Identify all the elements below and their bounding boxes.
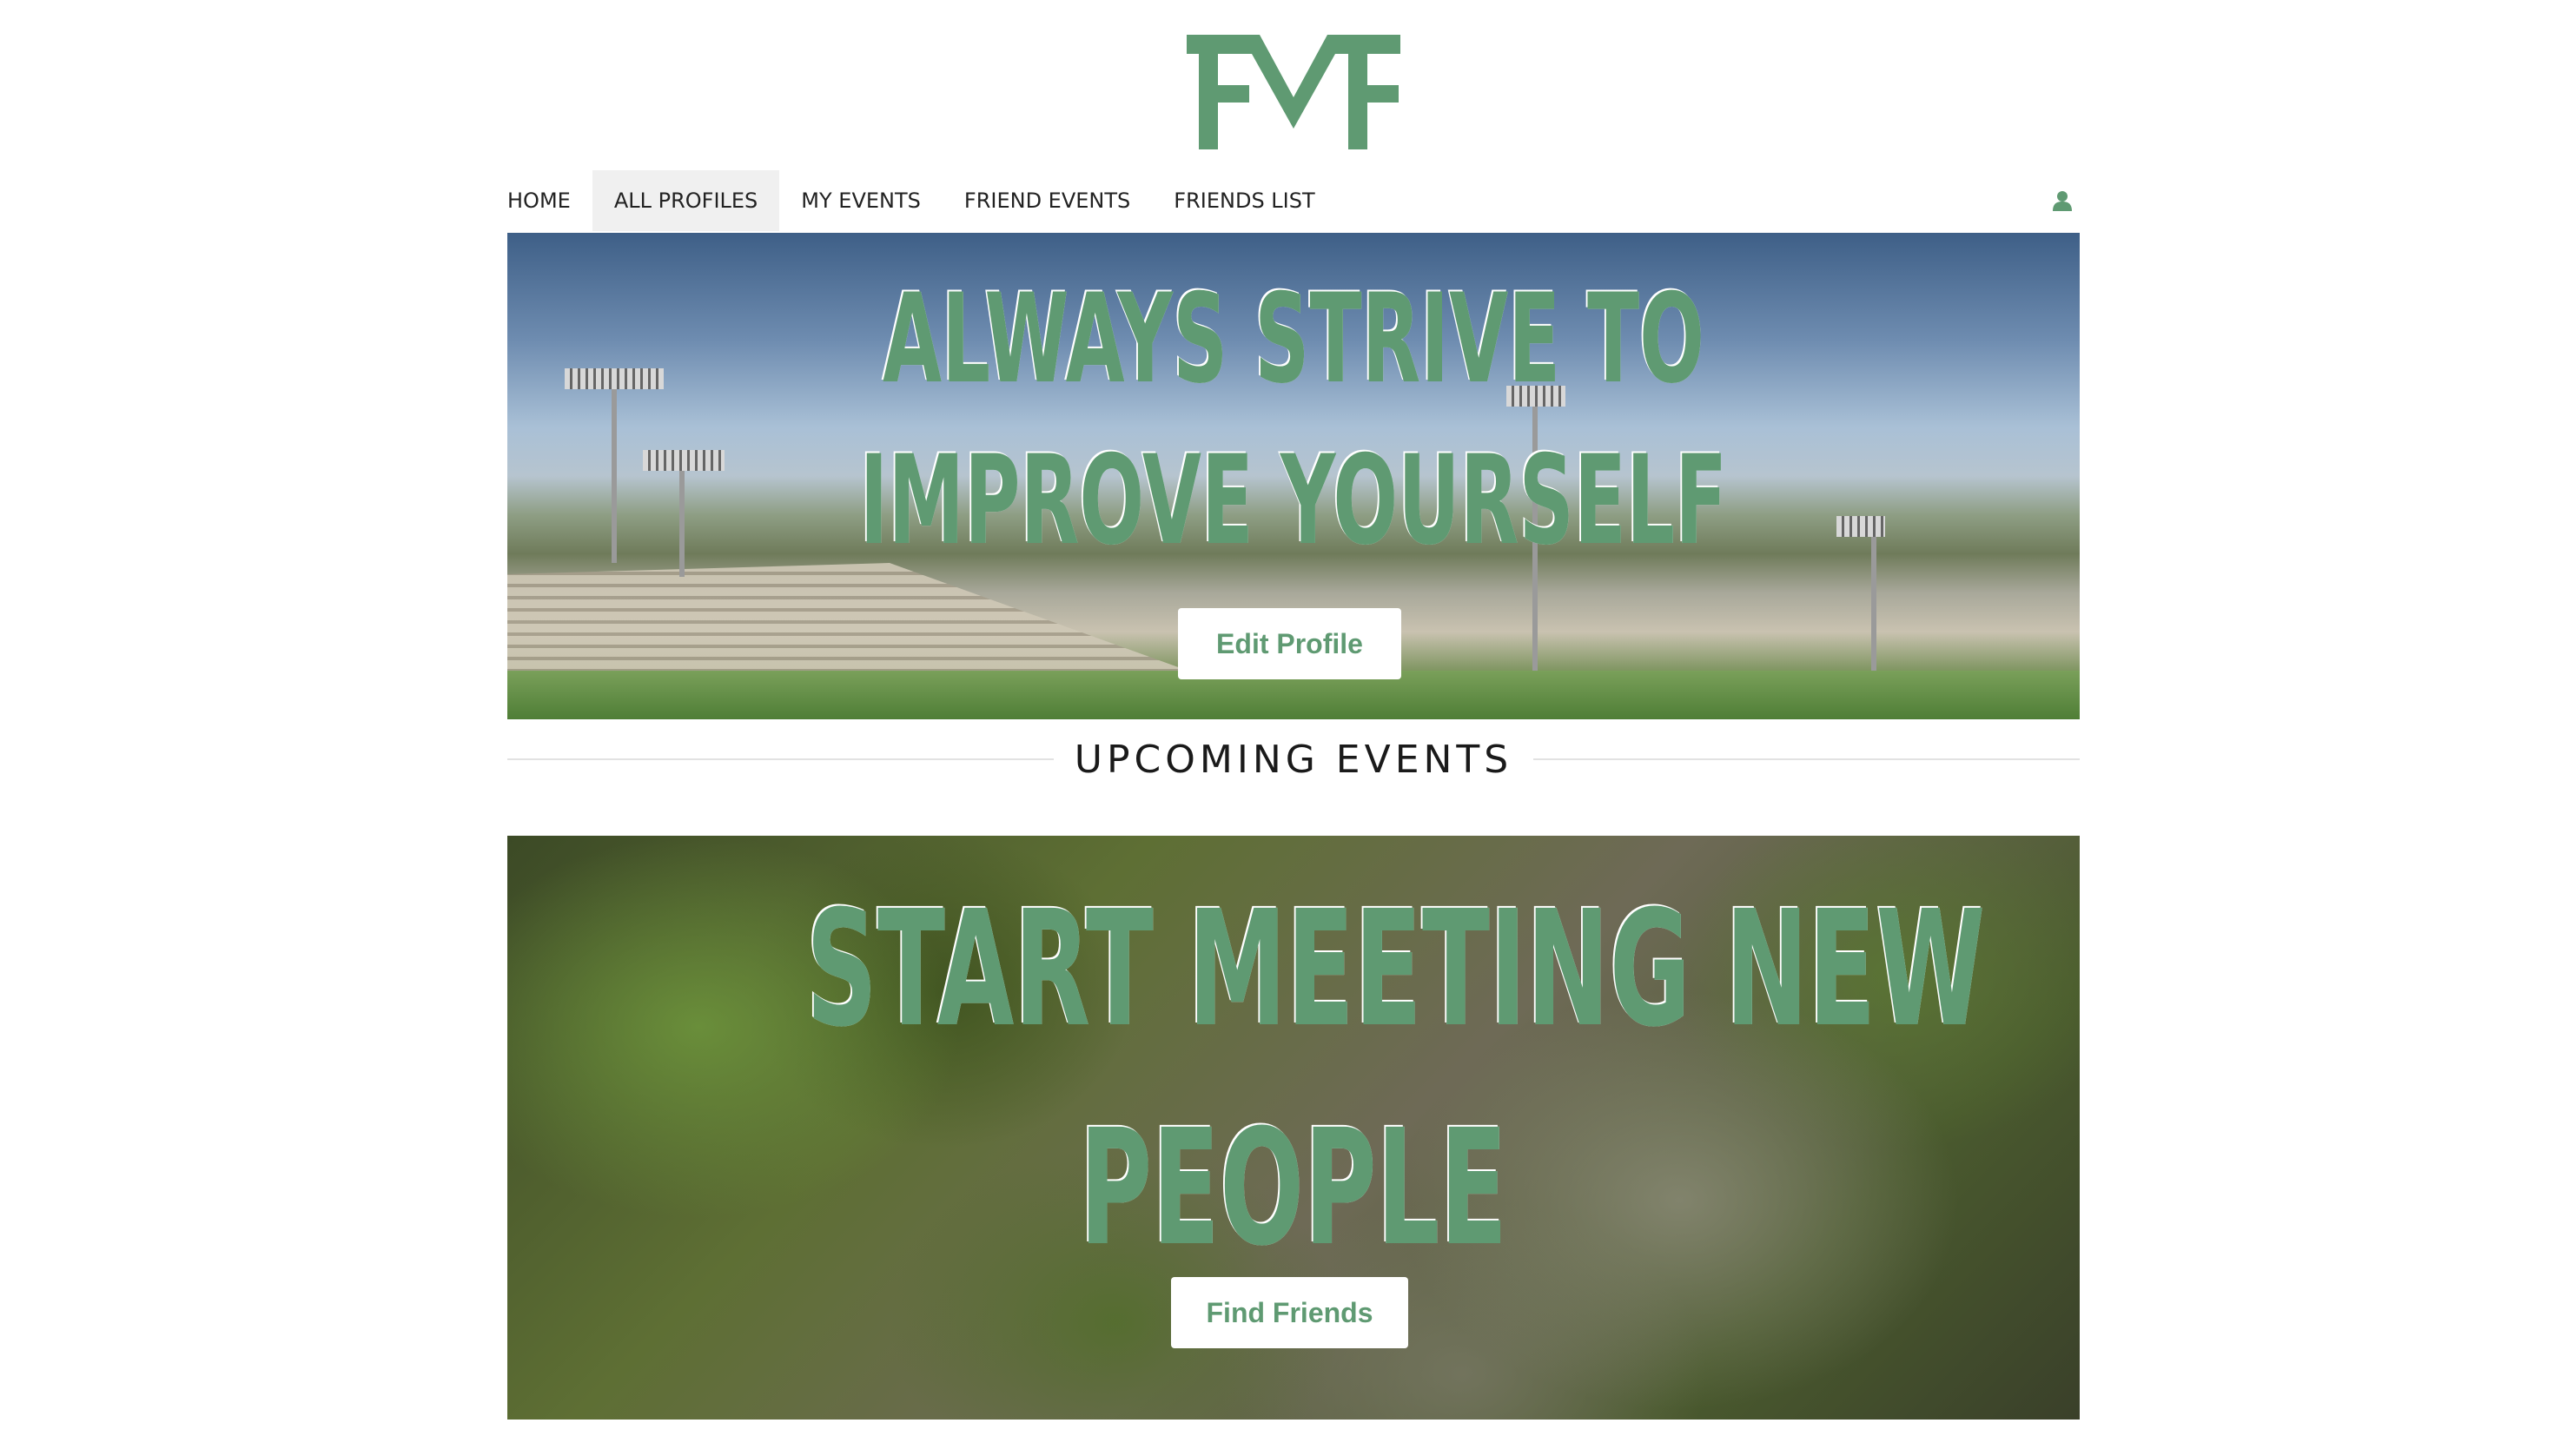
divider-line-right bbox=[1533, 758, 2081, 760]
stadium-stands-image bbox=[507, 563, 1202, 676]
stadium-light-pole bbox=[612, 381, 617, 563]
main-nav: HOME ALL PROFILES MY EVENTS FRIEND EVENT… bbox=[507, 170, 2080, 231]
hero-headline-line2: IMPROVE YOURSELF bbox=[859, 429, 1728, 572]
user-icon-glyph bbox=[2053, 191, 2072, 211]
fmf-logo[interactable] bbox=[1187, 35, 1400, 149]
nav-friend-events[interactable]: FRIEND EVENTS bbox=[943, 170, 1152, 231]
stadium-light-pole bbox=[679, 464, 685, 577]
stadium-light bbox=[1836, 516, 1885, 537]
edit-profile-button[interactable]: Edit Profile bbox=[1178, 608, 1401, 679]
meet-headline-line1: START MEETING NEW bbox=[805, 877, 1986, 1062]
meet-headline-line2: PEOPLE bbox=[1079, 1095, 1508, 1281]
nav-friends-list[interactable]: FRIENDS LIST bbox=[1152, 170, 1336, 231]
nav-all-profiles[interactable]: ALL PROFILES bbox=[592, 170, 780, 231]
nav-home[interactable]: HOME bbox=[507, 170, 592, 231]
stadium-light bbox=[565, 368, 664, 389]
section-title: UPCOMING EVENTS bbox=[1074, 737, 1513, 782]
hero-headline-line1: ALWAYS STRIVE TO bbox=[883, 268, 1704, 411]
stadium-light bbox=[643, 450, 725, 471]
upcoming-events-heading: UPCOMING EVENTS bbox=[507, 731, 2081, 787]
find-friends-button[interactable]: Find Friends bbox=[1171, 1277, 1408, 1348]
hero-banner: ALWAYS STRIVE TO IMPROVE YOURSELF Edit P… bbox=[507, 233, 2080, 719]
user-icon[interactable] bbox=[2045, 170, 2080, 231]
meet-people-banner: START MEETING NEW PEOPLE Find Friends bbox=[507, 836, 2080, 1420]
divider-line-left bbox=[507, 758, 1054, 760]
nav-my-events[interactable]: MY EVENTS bbox=[779, 170, 943, 231]
